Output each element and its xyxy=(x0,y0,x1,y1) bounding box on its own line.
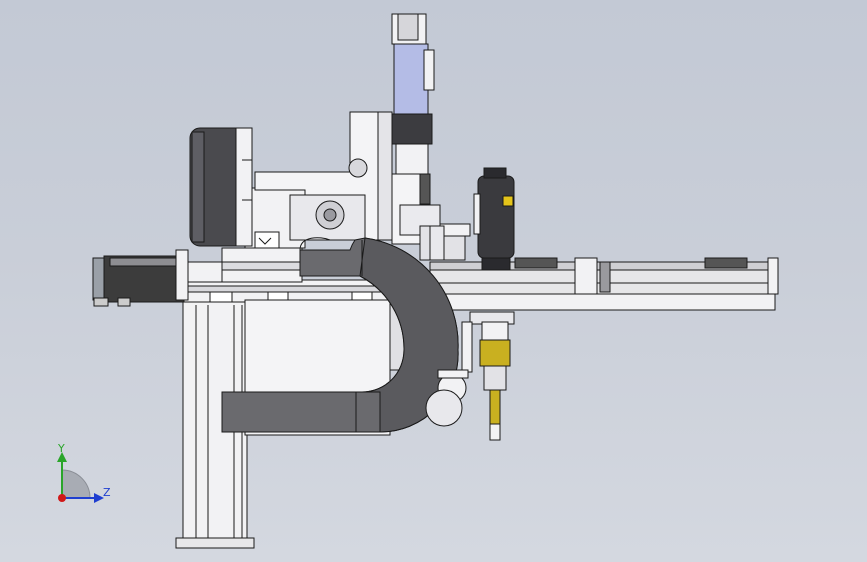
cad-viewport[interactable]: Y Z xyxy=(0,0,867,562)
drum-wheel xyxy=(189,127,253,247)
z-axis-module xyxy=(391,13,466,261)
lower-tool xyxy=(461,311,515,441)
origin-marker-icon xyxy=(58,494,66,502)
y-axis-label: Y xyxy=(57,442,65,455)
coordinate-triad: Y Z xyxy=(57,442,111,503)
triad-quadrant xyxy=(61,469,91,499)
z-axis-label: Z xyxy=(103,486,111,499)
screwdriver-tool xyxy=(473,167,515,271)
assembly-drawing: Y Z xyxy=(57,13,779,549)
